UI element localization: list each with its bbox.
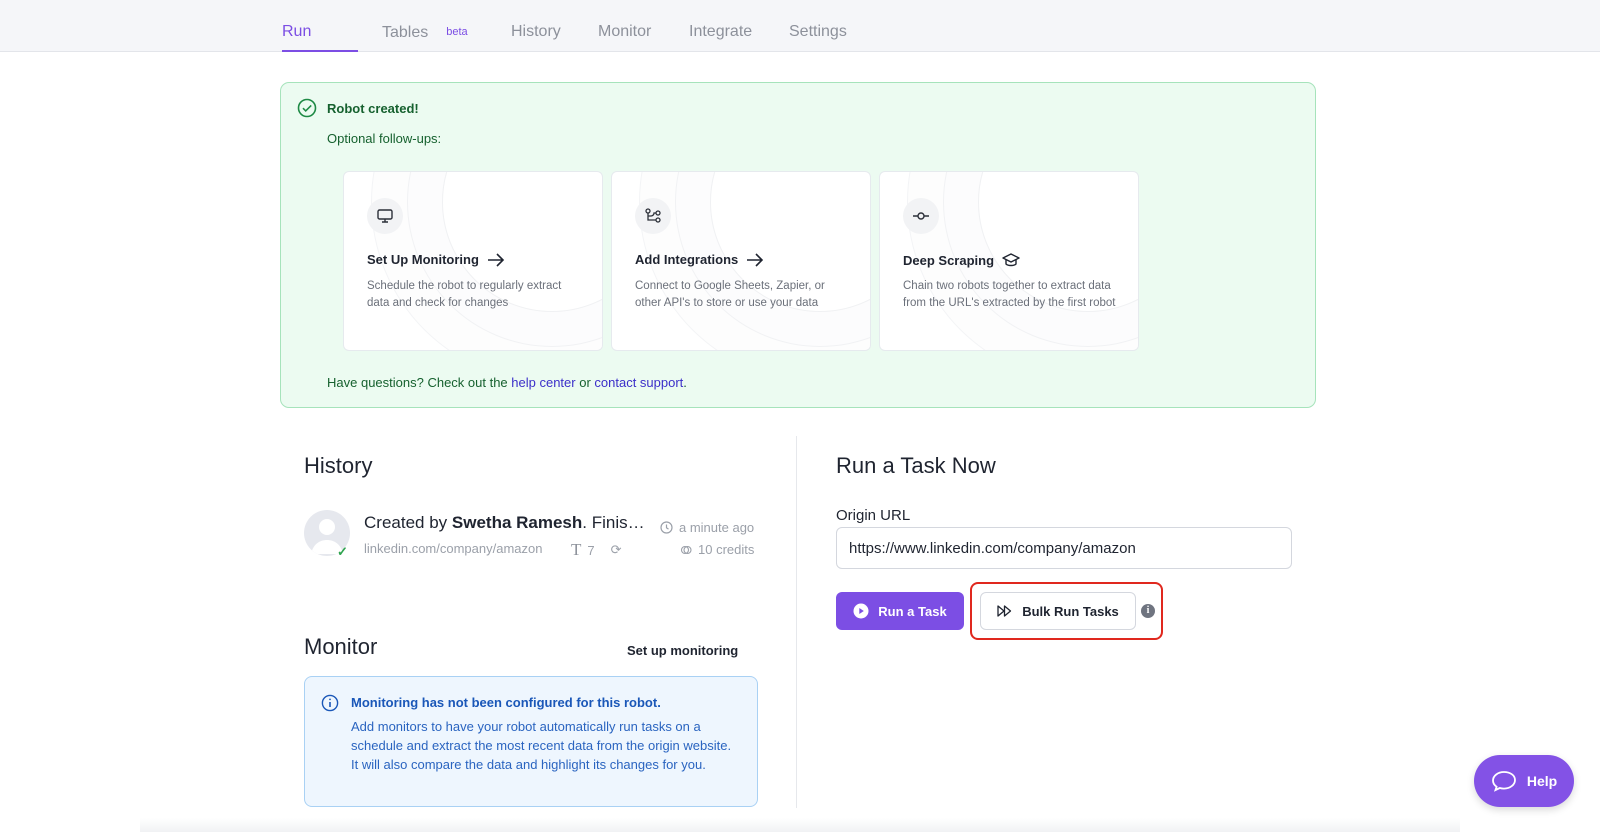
tab-label: Tables bbox=[382, 24, 429, 41]
set-up-monitoring-link[interactable]: Set up monitoring bbox=[627, 643, 738, 658]
text-count: T7 ⟳ bbox=[571, 540, 622, 560]
info-title: Monitoring has not been configured for t… bbox=[351, 695, 661, 710]
card-title-text: Set Up Monitoring bbox=[367, 252, 479, 267]
history-heading: History bbox=[304, 453, 373, 478]
info-circle-icon bbox=[321, 694, 339, 712]
history-item-title[interactable]: Created by Swetha Ramesh. Finished bbox=[364, 513, 646, 533]
card-title-text: Add Integrations bbox=[635, 252, 739, 267]
play-circle-icon bbox=[853, 603, 869, 619]
help-label: Help bbox=[1526, 773, 1558, 789]
card-description: Schedule the robot to regularly extract … bbox=[367, 280, 562, 309]
arrow-right-icon bbox=[747, 252, 764, 267]
origin-url-input[interactable] bbox=[836, 527, 1292, 569]
run-task-button[interactable]: Run a Task bbox=[836, 592, 964, 630]
coins-icon bbox=[680, 545, 692, 554]
card-add-integrations[interactable]: Add Integrations Connect to Google Sheet… bbox=[611, 171, 871, 351]
refresh-icon: ⟳ bbox=[610, 542, 622, 557]
history-time: a minute ago bbox=[660, 520, 754, 535]
monitor-info-box: Monitoring has not been configured for t… bbox=[304, 676, 758, 807]
history-credits: 10 credits bbox=[680, 542, 754, 557]
history-suffix: . Finished bbox=[582, 513, 646, 532]
integrations-icon bbox=[645, 208, 661, 223]
robot-created-panel: Robot created! Optional follow-ups: Set … bbox=[280, 82, 1316, 408]
card-title: Add Integrations bbox=[635, 252, 764, 267]
fast-forward-icon bbox=[997, 605, 1012, 617]
panel-subtitle: Optional follow-ups: bbox=[327, 131, 442, 146]
clock-icon bbox=[660, 521, 673, 534]
tab-label: Monitor bbox=[598, 23, 652, 40]
time-value: a minute ago bbox=[679, 520, 755, 535]
top-nav: Run Task Tables beta History Monitor Inte… bbox=[0, 0, 1600, 104]
tab-label: Integrate bbox=[689, 23, 753, 40]
help-prefix: Have questions? Check out the bbox=[327, 375, 512, 390]
column-divider bbox=[796, 436, 797, 808]
history-user: Swetha Ramesh bbox=[451, 513, 583, 532]
card-title: Deep Scraping bbox=[903, 252, 1020, 268]
card-description: Chain two robots together to extract dat… bbox=[903, 280, 1116, 309]
card-icon-wrap bbox=[635, 198, 671, 234]
info-description: Add monitors to have your robot automati… bbox=[351, 719, 732, 772]
status-check-icon: ✓ bbox=[337, 544, 348, 559]
monitor-heading: Monitor bbox=[304, 634, 378, 659]
help-center-link[interactable]: help center bbox=[511, 375, 575, 390]
help-widget-button[interactable]: Help bbox=[1474, 755, 1574, 807]
history-url: linkedin.com/company/amazon bbox=[364, 541, 543, 556]
help-middle: or bbox=[575, 375, 595, 390]
bulk-run-tasks-button[interactable]: Bulk Run Tasks bbox=[980, 592, 1136, 630]
beta-badge: beta bbox=[446, 26, 468, 38]
tab-label: History bbox=[511, 23, 561, 40]
run-task-label: Run a Task bbox=[878, 603, 947, 619]
panel-title: Robot created! bbox=[327, 101, 419, 116]
run-task-heading: Run a Task Now bbox=[836, 453, 996, 478]
origin-url-label: Origin URL bbox=[836, 507, 911, 524]
card-icon-wrap bbox=[367, 198, 403, 234]
card-icon-wrap bbox=[903, 198, 939, 234]
commit-icon bbox=[913, 212, 929, 220]
card-title-text: Deep Scraping bbox=[903, 252, 995, 268]
card-description: Connect to Google Sheets, Zapier, or oth… bbox=[635, 280, 825, 309]
help-suffix: . bbox=[683, 375, 687, 390]
graduation-cap-icon bbox=[1002, 253, 1020, 267]
info-icon[interactable]: i bbox=[1141, 604, 1155, 618]
check-circle-icon bbox=[297, 98, 317, 118]
credits-value: 10 credits bbox=[698, 542, 755, 557]
help-text: Have questions? Check out the help cente… bbox=[327, 375, 687, 390]
monitor-icon bbox=[377, 209, 393, 223]
tab-label: Settings bbox=[789, 23, 847, 40]
contact-support-link[interactable]: contact support bbox=[594, 375, 683, 390]
tab-tables[interactable]: Tables beta bbox=[382, 0, 468, 52]
bottom-shadow bbox=[140, 818, 1460, 832]
tab-run-task[interactable]: Run Task bbox=[282, 0, 358, 104]
text-count-value: 7 bbox=[587, 542, 595, 558]
tab-history[interactable]: History bbox=[511, 0, 561, 52]
card-title: Set Up Monitoring bbox=[367, 252, 505, 267]
chat-bubble-icon bbox=[1491, 771, 1516, 792]
card-deep-scraping[interactable]: Deep Scraping Chain two robots together … bbox=[879, 171, 1139, 351]
history-prefix: Created by bbox=[364, 513, 452, 532]
card-set-up-monitoring[interactable]: Set Up Monitoring Schedule the robot to … bbox=[343, 171, 603, 351]
tab-settings[interactable]: Settings bbox=[789, 0, 847, 52]
text-icon: T bbox=[571, 540, 582, 559]
arrow-right-icon bbox=[487, 252, 505, 267]
tab-monitor[interactable]: Monitor bbox=[598, 0, 651, 52]
bulk-run-label: Bulk Run Tasks bbox=[1022, 603, 1119, 619]
tab-integrate[interactable]: Integrate bbox=[689, 0, 752, 52]
